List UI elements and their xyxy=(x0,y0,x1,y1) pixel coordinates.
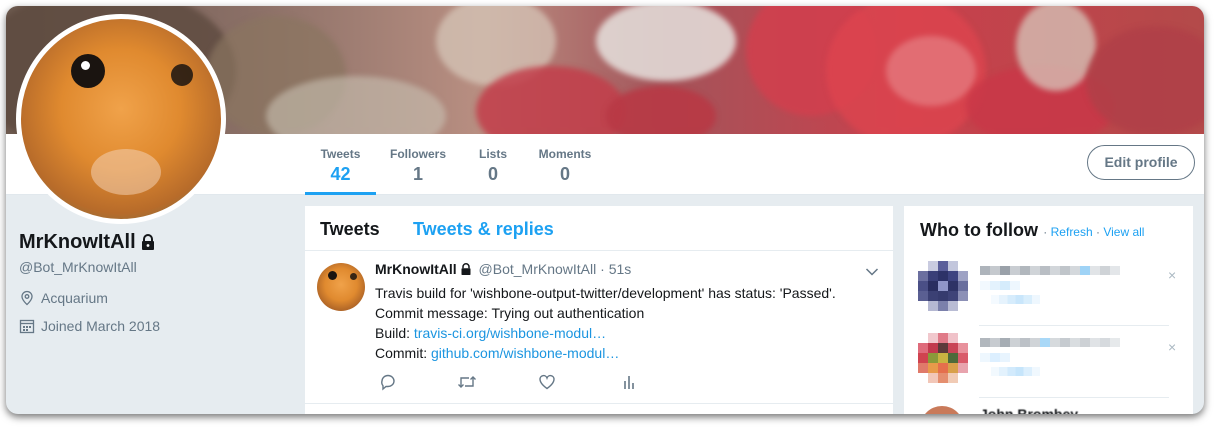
view-all-link[interactable]: View all xyxy=(1103,225,1144,239)
like-heart-icon[interactable] xyxy=(538,373,556,396)
nav-moments-count: 0 xyxy=(559,164,570,184)
edit-profile-button[interactable]: Edit profile xyxy=(1087,145,1195,180)
nav-followers-count: 1 xyxy=(412,164,423,184)
dismiss-suggestion-icon[interactable]: × xyxy=(1168,267,1176,283)
lock-icon xyxy=(140,233,156,256)
profile-screen-name[interactable]: @Bot_MrKnowItAll xyxy=(19,259,137,275)
nav-moments-label: Moments xyxy=(538,147,592,161)
calendar-icon xyxy=(19,319,35,334)
retweet-icon[interactable] xyxy=(457,373,477,396)
tweet-build-link[interactable]: travis-ci.org/wishbone-modul… xyxy=(414,325,606,341)
analytics-icon[interactable] xyxy=(622,373,636,396)
pixelated-name xyxy=(980,266,1120,275)
pixelated-name xyxy=(980,338,1120,347)
nav-lists-label: Lists xyxy=(478,147,507,161)
tweet-line-1: Travis build for 'wishbone-output-twitte… xyxy=(375,285,836,301)
chevron-down-icon[interactable] xyxy=(865,264,879,282)
pixelated-handle xyxy=(980,281,1020,290)
profile-name[interactable]: MrKnowItAll xyxy=(19,231,156,256)
pixelated-follow-button xyxy=(990,367,1040,376)
tweet-author-name[interactable]: MrKnowItAll xyxy=(375,261,457,277)
nav-followers[interactable]: Followers 1 xyxy=(387,134,449,195)
divider xyxy=(979,397,1169,398)
tweet-author-handle[interactable]: @Bot_MrKnowItAll xyxy=(479,261,597,277)
separator: · xyxy=(1039,225,1051,239)
suggestion-avatar[interactable] xyxy=(918,333,968,383)
tweet-header: MrKnowItAll @Bot_MrKnowItAll · 51s xyxy=(375,261,631,278)
follow-suggestion-1[interactable]: × xyxy=(918,261,1183,321)
twitter-profile-window: Tweets 42 Followers 1 Lists 0 Moments 0 … xyxy=(6,6,1204,414)
nav-tweets-label: Tweets xyxy=(320,147,361,161)
nav-tweets-count: 42 xyxy=(330,164,351,184)
lock-icon xyxy=(460,262,472,278)
dismiss-suggestion-icon[interactable]: × xyxy=(1168,339,1176,355)
pixelated-follow-button xyxy=(990,295,1040,304)
who-to-follow-heading: Who to follow xyxy=(920,220,1038,240)
profile-name-text: MrKnowItAll xyxy=(19,231,136,253)
timeline: Tweets Tweets & replies MrKnowItAll @Bot… xyxy=(305,206,893,414)
nav-tweets[interactable]: Tweets 42 xyxy=(305,134,376,195)
tweet-item[interactable]: MrKnowItAll @Bot_MrKnowItAll · 51s Travi… xyxy=(305,252,893,404)
nav-followers-label: Followers xyxy=(389,147,446,161)
location-pin-icon xyxy=(21,290,33,306)
timeline-tabs: Tweets Tweets & replies xyxy=(305,206,893,251)
tweet-text: Travis build for 'wishbone-output-twitte… xyxy=(375,283,836,363)
separator: · xyxy=(1092,225,1104,239)
tweet-build-label: Build: xyxy=(375,325,414,341)
divider xyxy=(979,325,1169,326)
tweet-line-2: Commit message: Trying out authenticatio… xyxy=(375,305,645,321)
profile-avatar[interactable] xyxy=(16,14,226,224)
reply-icon[interactable] xyxy=(379,373,397,396)
suggestion-avatar[interactable] xyxy=(918,261,968,311)
tweet-commit-link[interactable]: github.com/wishbone-modul… xyxy=(431,345,619,361)
nav-moments[interactable]: Moments 0 xyxy=(536,134,594,195)
tweet-timestamp[interactable]: · 51s xyxy=(600,261,631,277)
follow-suggestion-3-name[interactable]: John Brombey xyxy=(980,406,1078,414)
profile-joined-row: Joined March 2018 xyxy=(19,318,160,334)
follow-suggestion-2[interactable]: × xyxy=(918,333,1183,393)
tab-tweets-and-replies[interactable]: Tweets & replies xyxy=(413,219,554,240)
profile-location-row: Acquarium xyxy=(19,290,108,306)
nav-lists[interactable]: Lists 0 xyxy=(476,134,510,195)
profile-joined: Joined March 2018 xyxy=(41,318,161,334)
refresh-link[interactable]: Refresh xyxy=(1051,225,1093,239)
profile-location: Acquarium xyxy=(41,290,108,306)
tab-tweets[interactable]: Tweets xyxy=(320,219,380,240)
who-to-follow-panel: Who to follow · Refresh · View all × × J… xyxy=(904,206,1193,414)
tweet-avatar[interactable] xyxy=(317,263,365,311)
who-to-follow-title: Who to follow · Refresh · View all xyxy=(920,220,1144,241)
suggestion-avatar[interactable] xyxy=(920,406,964,414)
pixelated-handle xyxy=(980,353,1010,362)
tweet-commit-label: Commit: xyxy=(375,345,431,361)
nav-lists-count: 0 xyxy=(487,164,498,184)
